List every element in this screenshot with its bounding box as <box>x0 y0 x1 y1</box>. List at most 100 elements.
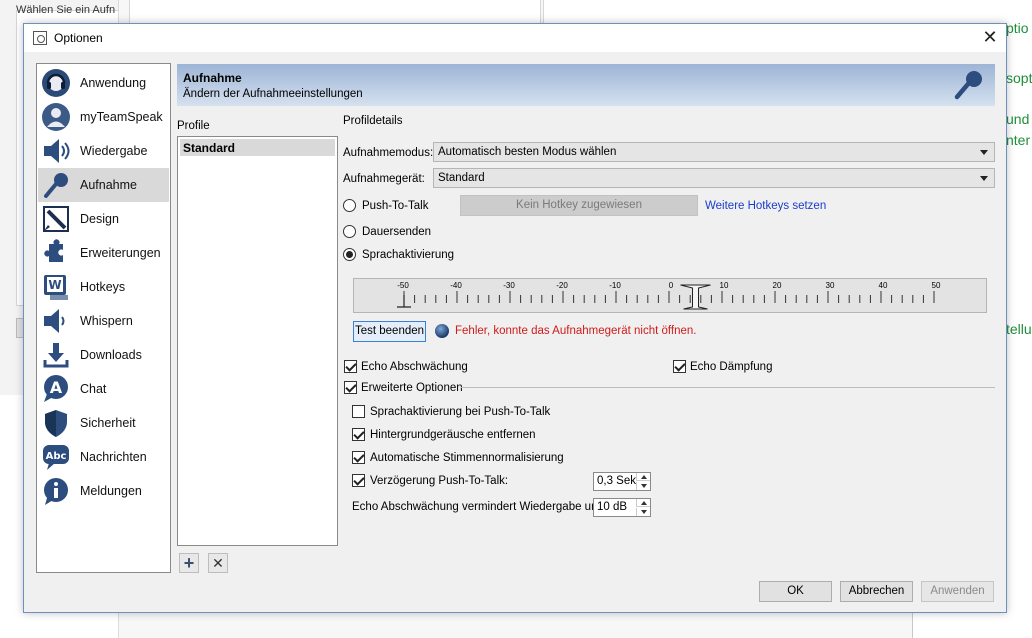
scale-label: 20 <box>773 281 782 290</box>
vad-with-ptt-label: Sprachaktivierung bei Push-To-Talk <box>370 406 551 418</box>
recording-device-value: Standard <box>438 172 485 184</box>
options-dialog: Optionen ✕ Anwendung myTeamSpeak Wiederg… <box>23 23 1007 613</box>
add-profile-button[interactable]: + <box>179 553 199 573</box>
echo-cancellation-checkbox[interactable] <box>673 360 686 373</box>
sidebar-item-erweiterungen[interactable]: Erweiterungen <box>38 236 169 270</box>
voice-activation-label: Sprachaktivierung <box>362 249 455 261</box>
chat-icon: A <box>41 374 71 404</box>
recording-mode-select[interactable]: Automatisch besten Modus wählen <box>433 142 995 162</box>
keyboard-icon: W <box>41 272 71 302</box>
page-subtitle: Ändern der Aufnahmeeinstellungen <box>183 88 363 100</box>
background-text: und <box>1006 111 1030 127</box>
sidebar-item-myteamspeak[interactable]: myTeamSpeak <box>38 100 169 134</box>
push-to-talk-radio[interactable] <box>343 199 356 212</box>
sidebar-item-sicherheit[interactable]: Sicherheit <box>38 406 169 440</box>
divider <box>461 387 995 388</box>
remove-background-noise-checkbox[interactable] <box>352 428 365 441</box>
profiles-label: Profile <box>177 120 210 132</box>
background-text: nter <box>1006 132 1031 148</box>
message-icon: Abc <box>41 442 71 472</box>
apply-button[interactable]: Anwenden <box>921 581 994 602</box>
more-hotkeys-link[interactable]: Weitere Hotkeys setzen <box>705 200 826 212</box>
profile-details-label: Profildetails <box>343 115 403 127</box>
sidebar-item-hotkeys[interactable]: W Hotkeys <box>38 270 169 304</box>
echo-reduction-label: Echo Abschwächung <box>361 361 468 373</box>
user-icon <box>41 102 71 132</box>
sidebar-item-nachrichten[interactable]: Abc Nachrichten <box>38 440 169 474</box>
echo-playback-value: 10 dB <box>597 501 628 513</box>
scale-label: -10 <box>609 281 621 290</box>
recording-mode-value: Automatisch besten Modus wählen <box>438 146 617 158</box>
microphone-icon <box>951 68 985 102</box>
continuous-transmission-radio[interactable] <box>343 225 356 238</box>
profiles-list: Standard <box>177 136 338 546</box>
window-title: Optionen <box>54 31 103 45</box>
profile-item[interactable]: Standard <box>180 139 335 156</box>
hotkey-button[interactable]: Kein Hotkey zugewiesen <box>460 195 698 216</box>
sidebar-item-label: Whispern <box>80 314 133 328</box>
echo-playback-label: Echo Abschwächung vermindert Wiedergabe … <box>352 501 604 513</box>
stepper-down-icon[interactable] <box>636 482 650 490</box>
close-icon: ✕ <box>212 555 224 571</box>
voice-activation-slider[interactable]: -50 -40 -30 -20 -10 0 10 20 30 40 50 <box>353 278 987 313</box>
speaker-icon <box>41 136 71 166</box>
status-indicator <box>435 324 449 338</box>
ptt-delay-checkbox[interactable] <box>352 474 365 487</box>
scale-label: -30 <box>503 281 515 290</box>
chevron-down-icon <box>980 150 988 155</box>
echo-reduction-checkbox[interactable] <box>344 360 357 373</box>
voice-normalization-checkbox[interactable] <box>352 451 365 464</box>
recording-device-select[interactable]: Standard <box>433 168 995 188</box>
stepper-down-icon[interactable] <box>636 508 650 516</box>
sidebar-item-anwendung[interactable]: Anwendung <box>38 66 169 100</box>
sidebar-item-label: Aufnahme <box>80 178 137 192</box>
recording-device-label: Aufnahmegerät: <box>343 173 425 185</box>
svg-text:W: W <box>48 278 61 292</box>
sidebar-item-chat[interactable]: A Chat <box>38 372 169 406</box>
threshold-handle[interactable] <box>680 284 711 310</box>
whisper-icon <box>41 306 71 336</box>
window-icon <box>33 31 47 45</box>
design-icon <box>41 204 71 234</box>
sidebar-item-label: Erweiterungen <box>80 246 161 260</box>
ok-button[interactable]: OK <box>759 581 832 602</box>
sidebar-item-label: Hotkeys <box>80 280 126 294</box>
ptt-delay-stepper[interactable]: 0,3 Sek <box>593 472 651 491</box>
scale-label: 40 <box>879 281 888 290</box>
voice-normalization-label: Automatische Stimmennormalisierung <box>370 452 564 464</box>
headset-icon <box>41 68 71 98</box>
sidebar-item-label: Anwendung <box>80 76 147 90</box>
sidebar-item-label: Meldungen <box>80 484 142 498</box>
echo-cancellation-label: Echo Dämpfung <box>690 361 773 373</box>
sidebar-item-wiedergabe[interactable]: Wiedergabe <box>38 134 169 168</box>
sidebar-item-downloads[interactable]: Downloads <box>38 338 169 372</box>
continuous-transmission-label: Dauersenden <box>362 226 432 238</box>
advanced-options-checkbox[interactable] <box>344 381 357 394</box>
cancel-button[interactable]: Abbrechen <box>840 581 913 602</box>
remove-profile-button[interactable]: ✕ <box>208 553 228 573</box>
test-button[interactable]: Test beenden <box>353 321 426 342</box>
advanced-options-label: Erweiterte Optionen <box>361 382 463 394</box>
scale-label: -20 <box>556 281 568 290</box>
titlebar: Optionen ✕ <box>24 24 1006 52</box>
sidebar-item-label: Sicherheit <box>80 416 136 430</box>
stepper-up-icon[interactable] <box>636 473 650 481</box>
scale-label: 0 <box>669 281 674 290</box>
voice-activation-radio[interactable] <box>343 248 356 261</box>
echo-playback-stepper[interactable]: 10 dB <box>593 498 651 517</box>
sidebar-item-whispern[interactable]: Whispern <box>38 304 169 338</box>
sidebar-item-aufnahme[interactable]: Aufnahme <box>38 168 169 202</box>
recording-mode-label: Aufnahmemodus: <box>343 147 434 159</box>
stepper-up-icon[interactable] <box>636 499 650 507</box>
vad-with-ptt-checkbox[interactable] <box>352 405 365 418</box>
sidebar-item-design[interactable]: Design <box>38 202 169 236</box>
ptt-delay-label: Verzögerung Push-To-Talk: <box>370 475 509 487</box>
info-icon <box>41 476 71 506</box>
scale-label: 30 <box>826 281 835 290</box>
sidebar-item-meldungen[interactable]: Meldungen <box>38 474 169 508</box>
sidebar-item-label: Design <box>80 212 119 226</box>
ptt-delay-value: 0,3 Sek <box>597 475 636 487</box>
category-sidebar: Anwendung myTeamSpeak Wiedergabe Aufnahm… <box>36 63 171 573</box>
close-button[interactable]: ✕ <box>974 24 1006 52</box>
current-level-marker <box>397 295 411 308</box>
